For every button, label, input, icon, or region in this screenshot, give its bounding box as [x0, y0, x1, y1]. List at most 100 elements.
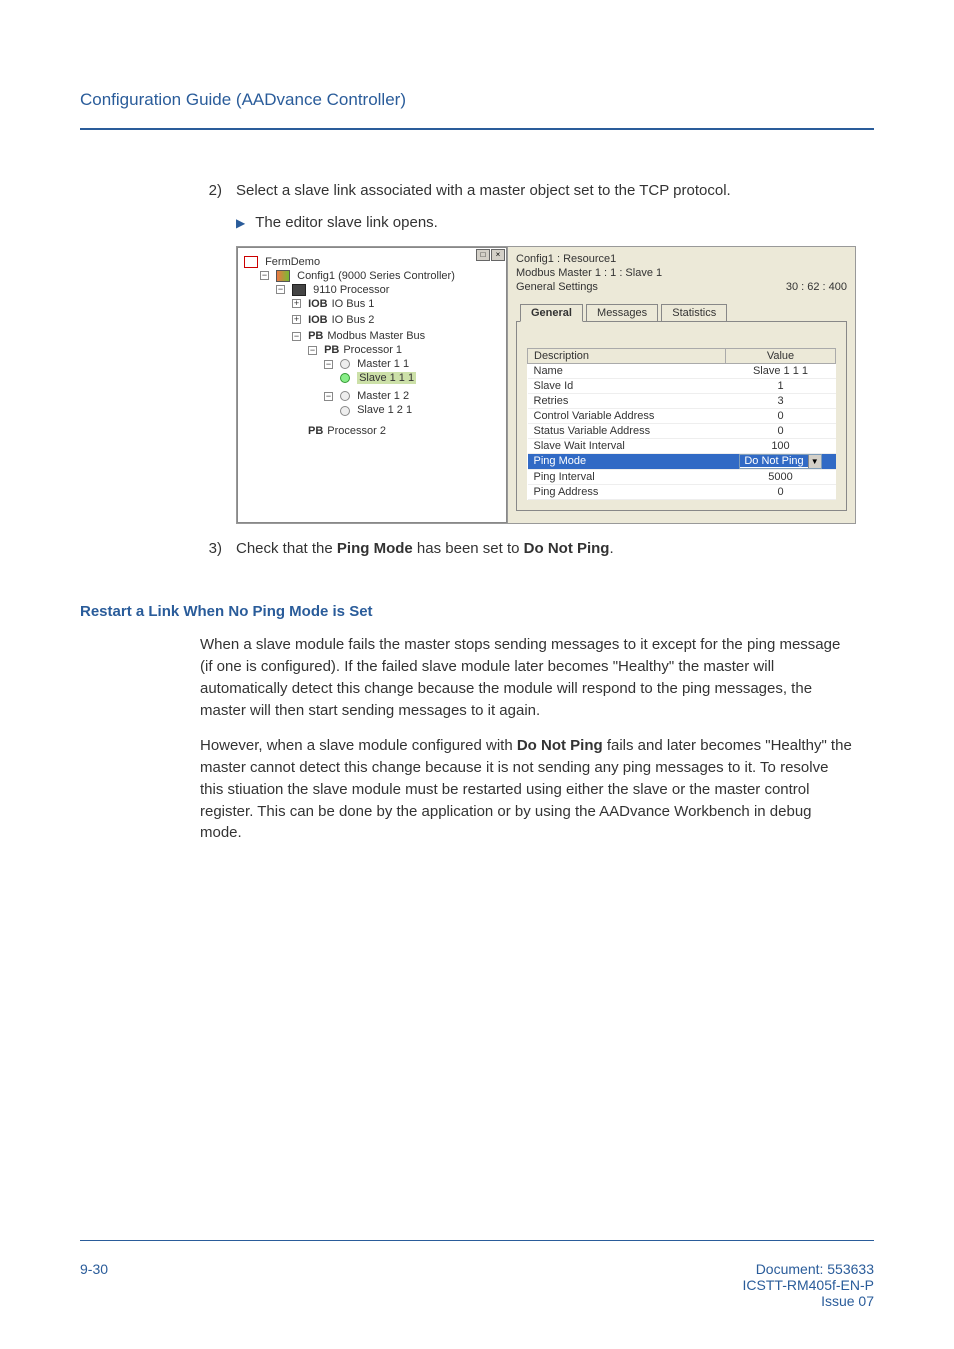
- expander-icon[interactable]: −: [260, 271, 269, 280]
- tab-statistics[interactable]: Statistics: [661, 304, 727, 321]
- node-icon: [340, 373, 350, 383]
- table-row[interactable]: Slave Id1: [528, 378, 836, 393]
- proc2-label: Processor 2: [327, 425, 386, 437]
- tree-modbus-master-bus[interactable]: − PB Modbus Master Bus − PB Processor 1: [292, 328, 504, 441]
- slave111-label: Slave 1 1 1: [357, 372, 416, 384]
- step-2-text: Select a slave link associated with a ma…: [236, 180, 854, 202]
- tree-master-11[interactable]: − Master 1 1: [324, 356, 504, 388]
- expander-icon[interactable]: −: [324, 360, 333, 369]
- editor-settings-label: General Settings: [516, 281, 598, 293]
- tree-processor[interactable]: − 9110 Processor + IOB IO Bus 1: [276, 282, 504, 443]
- cell-desc: Control Variable Address: [528, 408, 726, 423]
- node-icon: [340, 406, 350, 416]
- bullet-text: The editor slave link opens.: [255, 212, 438, 234]
- iob1-label: IO Bus 1: [332, 298, 375, 310]
- expander-icon[interactable]: −: [292, 332, 301, 341]
- pb-tag: PB: [324, 344, 339, 356]
- footer-issue: Issue 07: [743, 1293, 874, 1309]
- tab-messages[interactable]: Messages: [586, 304, 658, 321]
- cell-desc: Status Variable Address: [528, 423, 726, 438]
- cell-val: 0: [726, 408, 836, 423]
- master11-label: Master 1 1: [357, 358, 409, 370]
- iob-tag: IOB: [308, 314, 328, 326]
- header-title: Configuration Guide (AADvance Controller…: [80, 90, 406, 109]
- cell-val: 0: [726, 484, 836, 499]
- col-value: Value: [726, 348, 836, 363]
- cell-val: 1: [726, 378, 836, 393]
- step-2: 2) Select a slave link associated with a…: [200, 180, 854, 202]
- node-icon: [340, 391, 350, 401]
- node-icon: [340, 359, 350, 369]
- footer-code: ICSTT-RM405f-EN-P: [743, 1277, 874, 1293]
- tab-general[interactable]: General: [520, 304, 583, 322]
- col-description: Description: [528, 348, 726, 363]
- table-row[interactable]: Retries3: [528, 393, 836, 408]
- table-header-row: Description Value: [528, 348, 836, 363]
- table-row[interactable]: Status Variable Address0: [528, 423, 836, 438]
- table-row[interactable]: Slave Wait Interval100: [528, 438, 836, 453]
- step-3: 3) Check that the Ping Mode has been set…: [200, 538, 854, 560]
- tree-pane: □ × FermDemo − Config1 (9000 Ser: [237, 247, 507, 523]
- general-table: Description Value NameSlave 1 1 1 Slave …: [527, 348, 836, 500]
- footer-document: Document: 553633: [743, 1261, 874, 1277]
- expander-icon[interactable]: +: [292, 315, 301, 324]
- ping-mode-dropdown[interactable]: Do Not Ping ▼: [739, 454, 821, 469]
- cell-val: 100: [726, 438, 836, 453]
- tree-iob1[interactable]: + IOB IO Bus 1: [292, 296, 504, 312]
- tree-processor-2[interactable]: PB Processor 2: [308, 423, 504, 439]
- table-row-ping-mode[interactable]: Ping Mode Do Not Ping ▼: [528, 453, 836, 469]
- page-header: Configuration Guide (AADvance Controller…: [80, 90, 874, 130]
- editor-screenshot: □ × FermDemo − Config1 (9000 Ser: [236, 246, 856, 524]
- processor-icon: [292, 284, 306, 296]
- cell-val: 0: [726, 423, 836, 438]
- cell-desc: Ping Mode: [528, 453, 726, 469]
- ping-mode-value: Do Not Ping: [740, 455, 807, 467]
- cell-val: Slave 1 1 1: [726, 363, 836, 378]
- tree-config-label: Config1 (9000 Series Controller): [297, 270, 455, 282]
- step-2-number: 2): [200, 180, 222, 202]
- cell-desc: Slave Id: [528, 378, 726, 393]
- chevron-down-icon[interactable]: ▼: [808, 455, 821, 468]
- tree-config[interactable]: − Config1 (9000 Series Controller) − 911…: [260, 268, 504, 445]
- slave121-label: Slave 1 2 1: [357, 405, 412, 417]
- cell-desc: Name: [528, 363, 726, 378]
- cell-desc: Ping Address: [528, 484, 726, 499]
- section-heading: Restart a Link When No Ping Mode is Set: [80, 603, 874, 620]
- iob-tag: IOB: [308, 298, 328, 310]
- expander-icon[interactable]: −: [324, 392, 333, 401]
- cell-desc: Retries: [528, 393, 726, 408]
- editor-time: 30 : 62 : 400: [786, 281, 847, 293]
- table-row[interactable]: Ping Interval5000: [528, 469, 836, 484]
- expander-icon[interactable]: −: [276, 285, 285, 294]
- tree-slave-121[interactable]: Slave 1 2 1: [340, 402, 504, 418]
- config-icon: [276, 270, 290, 282]
- modbus-label: Modbus Master Bus: [327, 330, 425, 342]
- table-row[interactable]: Ping Address0: [528, 484, 836, 499]
- table-row[interactable]: Control Variable Address0: [528, 408, 836, 423]
- step-2-bullet: ▶ The editor slave link opens.: [236, 212, 874, 234]
- editor-path-2: Modbus Master 1 : 1 : Slave 1: [516, 267, 847, 279]
- step-3-text: Check that the Ping Mode has been set to…: [236, 538, 854, 560]
- table-row[interactable]: NameSlave 1 1 1: [528, 363, 836, 378]
- cell-desc: Ping Interval: [528, 469, 726, 484]
- tree-root-label: FermDemo: [265, 256, 320, 268]
- pb-tag: PB: [308, 425, 323, 437]
- tree-proc-label: 9110 Processor: [313, 284, 389, 296]
- tree-root[interactable]: FermDemo − Config1 (9000 Series Controll…: [244, 254, 504, 447]
- iob2-label: IO Bus 2: [332, 314, 375, 326]
- tree-master-12[interactable]: − Master 1 2: [324, 388, 504, 420]
- step-3-number: 3): [200, 538, 222, 560]
- editor-pane: Config1 : Resource1 Modbus Master 1 : 1 …: [507, 247, 855, 523]
- page-footer: 9-30 Document: 553633 ICSTT-RM405f-EN-P …: [80, 1240, 874, 1309]
- tree-slave-111[interactable]: Slave 1 1 1: [340, 370, 504, 386]
- tree-processor-1[interactable]: − PB Processor 1 −: [308, 342, 504, 422]
- section-paragraph-1: When a slave module fails the master sto…: [200, 634, 854, 721]
- expander-icon[interactable]: +: [292, 299, 301, 308]
- project-icon: [244, 256, 258, 268]
- bullet-arrow-icon: ▶: [236, 215, 245, 232]
- cell-val: 3: [726, 393, 836, 408]
- expander-icon[interactable]: −: [308, 346, 317, 355]
- tree-iob2[interactable]: + IOB IO Bus 2: [292, 312, 504, 328]
- cell-val: 5000: [726, 469, 836, 484]
- proc1-label: Processor 1: [343, 344, 402, 356]
